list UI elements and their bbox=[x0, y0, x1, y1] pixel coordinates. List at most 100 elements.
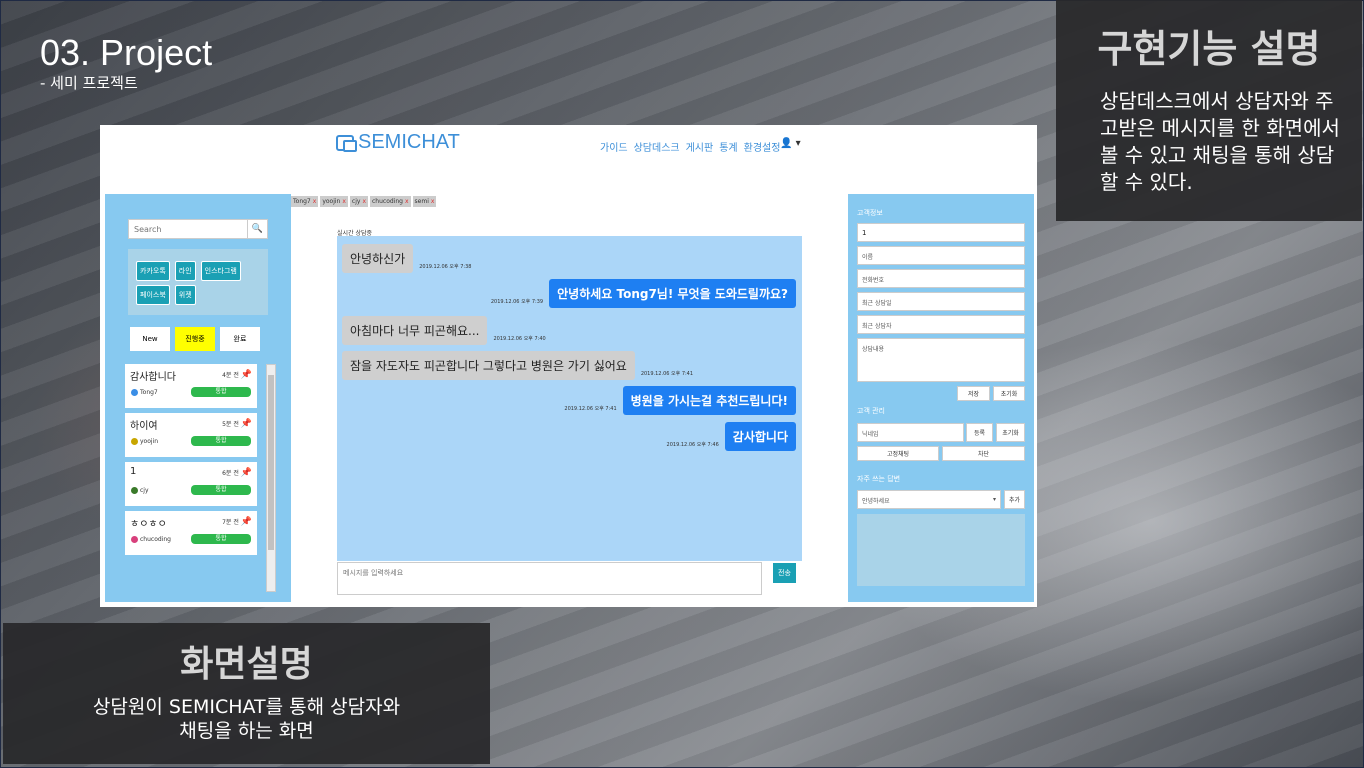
customer-info-title: 고객정보 bbox=[857, 209, 883, 217]
filter-done[interactable]: 완료 bbox=[220, 327, 260, 351]
nav-guide[interactable]: 가이드 bbox=[600, 139, 628, 154]
screen-description-line: 채팅을 하는 화면 bbox=[179, 720, 314, 742]
conversation-time: 7분 전 📌 bbox=[222, 517, 252, 527]
conversation-user: yoojin bbox=[131, 438, 158, 445]
consult-content-field[interactable]: 상담내용 bbox=[857, 338, 1025, 382]
message-bubble: 감사합니다 bbox=[724, 422, 796, 451]
user-menu[interactable]: 👤 ▾ bbox=[780, 138, 801, 149]
app-screenshot: SEMICHAT 가이드 상담데스크 게시판 통계 환경설정 👤 ▾ 🔍 카카오… bbox=[100, 125, 1037, 607]
list-item[interactable]: 1 6분 전 📌 cjy 통합 bbox=[125, 462, 257, 506]
message-bubble: 안녕하세요 Tong7님! 무엇을 도와드릴까요? bbox=[549, 279, 796, 308]
conversation-user: cjy bbox=[131, 487, 149, 494]
search-icon[interactable]: 🔍 bbox=[247, 220, 267, 238]
close-icon[interactable]: x bbox=[362, 198, 366, 205]
save-button[interactable]: 저장 bbox=[957, 386, 990, 401]
nav-settings[interactable]: 환경설정 bbox=[744, 139, 781, 154]
status-filter-row: New 진행중 완료 bbox=[130, 327, 260, 351]
tab-semi[interactable]: semi x bbox=[412, 196, 437, 207]
list-item[interactable]: ㅎㅇㅎㅇ 7분 전 📌 chucoding 통합 bbox=[125, 511, 257, 555]
nav-statistics[interactable]: 통계 bbox=[719, 139, 737, 154]
pin-icon[interactable]: 📌 bbox=[241, 517, 252, 527]
close-icon[interactable]: x bbox=[313, 198, 317, 205]
screen-title: 화면설명 bbox=[180, 644, 313, 685]
channel-line[interactable]: 라인 bbox=[174, 261, 196, 281]
customer-manage-title: 고객 관리 bbox=[857, 407, 885, 415]
conversation-time: 4분 전 📌 bbox=[222, 370, 252, 380]
search-box: 🔍 bbox=[128, 219, 268, 239]
tab-chucoding[interactable]: chucoding x bbox=[370, 196, 411, 207]
message-time: 2019.12.06 오후 7:38 bbox=[419, 264, 472, 270]
chat-logo-icon bbox=[336, 134, 357, 152]
list-item[interactable]: 감사합니다 4분 전 📌 Tong7 통합 bbox=[125, 364, 257, 408]
close-icon[interactable]: x bbox=[431, 198, 435, 205]
outgoing-message: 2019.12.06 오후 7:39 안녕하세요 Tong7님! 무엇을 도와드… bbox=[491, 279, 796, 308]
message-bubble: 안녕하신가 bbox=[342, 244, 414, 273]
message-bubble: 아침마다 너무 피곤해요... bbox=[342, 316, 488, 345]
status-badge: 통합 bbox=[191, 485, 251, 495]
pin-icon[interactable]: 📌 bbox=[241, 419, 252, 429]
reset-button[interactable]: 초기화 bbox=[993, 386, 1025, 401]
conversation-scrollbar[interactable] bbox=[266, 364, 276, 592]
channel-icon bbox=[131, 487, 138, 494]
customer-id-field[interactable]: 1 bbox=[857, 223, 1025, 242]
conversation-sidebar: 🔍 카카오톡 라인 인스타그램 페이스북 위젯 New 진행중 완료 감사합니다… bbox=[105, 194, 291, 602]
nav-consult-desk[interactable]: 상담데스크 bbox=[634, 139, 680, 154]
channel-facebook[interactable]: 페이스북 bbox=[136, 285, 170, 305]
nav-board[interactable]: 게시판 bbox=[686, 139, 714, 154]
slide-subtitle: - 세미 프로젝트 bbox=[40, 74, 138, 92]
pin-icon[interactable]: 📌 bbox=[241, 468, 252, 478]
message-bubble: 병원을 가시는걸 추천드립니다! bbox=[622, 386, 796, 415]
add-reply-button[interactable]: 추가 bbox=[1004, 490, 1025, 509]
chat-tabs: Tong7 x yoojin x cjy x chucoding x semi x bbox=[291, 196, 437, 207]
nickname-field[interactable]: 닉네임 bbox=[857, 423, 964, 442]
screen-description-line: 상담원이 SEMICHAT를 통해 상담자와 bbox=[92, 696, 401, 718]
send-button[interactable]: 전송 bbox=[773, 563, 796, 583]
screen-description-box: 화면설명 상담원이 SEMICHAT를 통해 상담자와 채팅을 하는 화면 bbox=[3, 623, 490, 764]
close-icon[interactable]: x bbox=[342, 198, 346, 205]
channel-kakaotalk[interactable]: 카카오톡 bbox=[136, 261, 170, 281]
top-nav: 가이드 상담데스크 게시판 통계 환경설정 bbox=[600, 139, 780, 154]
list-item[interactable]: 하이여 5분 전 📌 yoojin 통합 bbox=[125, 413, 257, 457]
channel-instagram[interactable]: 인스타그램 bbox=[200, 261, 241, 281]
status-badge: 통합 bbox=[191, 387, 251, 397]
recent-agent-field[interactable]: 최근 상담자 bbox=[857, 315, 1025, 334]
feature-description: 상담데스크에서 상담자와 주고받은 메시지를 한 화면에서 볼 수 있고 채팅을… bbox=[1100, 89, 1340, 194]
pin-icon[interactable]: 📌 bbox=[241, 370, 252, 380]
pin-chat-button[interactable]: 고정채팅 bbox=[857, 446, 939, 461]
conversation-user: chucoding bbox=[131, 536, 171, 543]
tab-tong7[interactable]: Tong7 x bbox=[291, 196, 319, 207]
message-time: 2019.12.06 오후 7:46 bbox=[666, 442, 719, 448]
app-logo[interactable]: SEMICHAT bbox=[336, 131, 460, 154]
conversation-user: Tong7 bbox=[131, 389, 158, 396]
search-input[interactable] bbox=[129, 220, 247, 238]
message-time: 2019.12.06 오후 7:41 bbox=[640, 371, 694, 377]
name-field[interactable]: 이름 bbox=[857, 246, 1025, 265]
block-button[interactable]: 차단 bbox=[942, 446, 1025, 461]
chat-message-area: 안녕하신가 2019.12.06 오후 7:38 2019.12.06 오후 7… bbox=[337, 236, 802, 561]
close-icon[interactable]: x bbox=[405, 198, 409, 205]
message-time: 2019.12.06 오후 7:39 bbox=[490, 299, 544, 305]
incoming-message: 안녕하신가 2019.12.06 오후 7:38 bbox=[342, 244, 471, 273]
scrollbar-thumb[interactable] bbox=[268, 375, 274, 550]
channel-widget[interactable]: 위젯 bbox=[174, 285, 196, 305]
recent-date-field[interactable]: 최근 상담일 bbox=[857, 292, 1025, 311]
feature-title: 구현기능 설명 bbox=[1097, 27, 1321, 71]
tab-yoojin[interactable]: yoojin x bbox=[320, 196, 348, 207]
quick-reply-title: 자주 쓰는 답변 bbox=[857, 475, 901, 483]
customer-panel: 고객정보 1 이름 전화번호 최근 상담일 최근 상담자 상담내용 저장 초기화… bbox=[848, 194, 1034, 602]
reset-nickname-button[interactable]: 초기화 bbox=[996, 423, 1025, 442]
feature-description-box: 구현기능 설명 상담데스크에서 상담자와 주고받은 메시지를 한 화면에서 볼 … bbox=[1056, 0, 1362, 221]
register-button[interactable]: 등록 bbox=[966, 423, 993, 442]
message-time: 2019.12.06 오후 7:41 bbox=[564, 406, 617, 412]
filter-new[interactable]: New bbox=[130, 327, 170, 351]
channel-icon bbox=[131, 389, 138, 396]
status-badge: 통합 bbox=[191, 436, 251, 446]
status-badge: 통합 bbox=[191, 534, 251, 544]
quick-reply-select[interactable]: 안녕하세요 ▾ bbox=[857, 490, 1001, 509]
phone-field[interactable]: 전화번호 bbox=[857, 269, 1025, 288]
tab-cjy[interactable]: cjy x bbox=[349, 196, 368, 207]
message-input[interactable] bbox=[338, 563, 761, 594]
incoming-message: 잠을 자도자도 피곤합니다 그렇다고 병원은 가기 싫어요 2019.12.06… bbox=[342, 351, 693, 380]
filter-in-progress[interactable]: 진행중 bbox=[175, 327, 215, 351]
slide-title: 03. Project bbox=[40, 32, 213, 73]
